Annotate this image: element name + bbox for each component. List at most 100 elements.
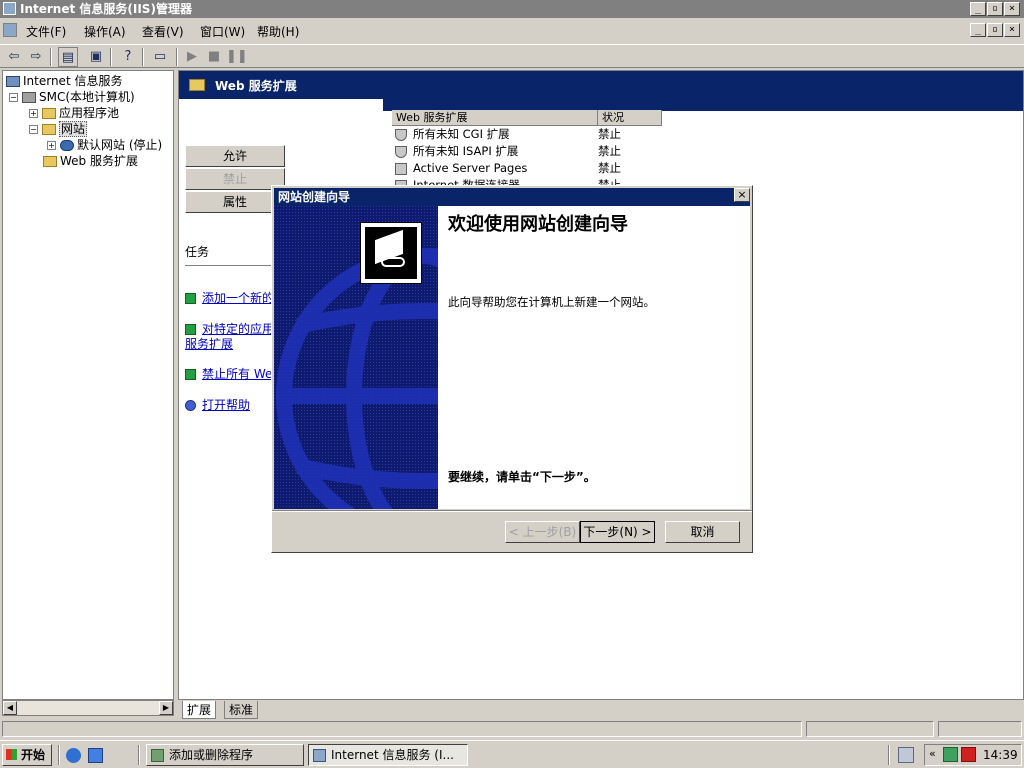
dialog-titlebar: 网站创建向导: [274, 188, 750, 206]
mmc-icon: [3, 23, 17, 37]
folder-icon: [42, 108, 56, 119]
collapse-icon[interactable]: −: [9, 93, 18, 102]
window-titlebar: Internet 信息服务(IIS)管理器: [0, 0, 1024, 18]
task-open-help[interactable]: 打开帮助: [185, 398, 250, 413]
filter-icon: [395, 128, 407, 141]
stop-icon[interactable]: ■: [204, 47, 224, 67]
wizard-description: 此向导帮助您在计算机上新建一个网站。: [448, 295, 655, 309]
task-allow-app[interactable]: 对特定的应用 服务扩展: [185, 322, 274, 352]
document-icon: [395, 162, 407, 175]
clock[interactable]: 14:39: [983, 748, 1018, 762]
help-icon: [185, 400, 196, 411]
wizard-content: 欢迎使用网站创建向导 此向导帮助您在计算机上新建一个网站。 要继续，请单击“下一…: [438, 206, 750, 509]
status-bar: [0, 720, 1024, 738]
tree-root[interactable]: Internet 信息服务: [6, 73, 122, 89]
iis-icon: [6, 76, 20, 87]
play-icon[interactable]: ▶: [182, 47, 202, 67]
allow-button[interactable]: 允许: [185, 145, 285, 167]
iis-icon: [313, 749, 326, 762]
scroll-right-icon[interactable]: ▶: [159, 701, 173, 715]
tab-standard[interactable]: 标准: [224, 701, 259, 719]
tree-app-pools[interactable]: + 应用程序池: [29, 105, 119, 121]
start-label: 开始: [21, 748, 46, 762]
tab-extended[interactable]: 扩展: [182, 701, 217, 719]
pause-icon[interactable]: ❚❚: [226, 47, 248, 67]
tree-pane: Internet 信息服务 − SMC(本地计算机) + 应用程序池 − 网站 + 默认…: [2, 70, 174, 700]
menu-view[interactable]: 查看(V): [142, 23, 184, 40]
task-deny-all[interactable]: 禁止所有 Wel: [185, 367, 276, 382]
tasks-heading: 任务: [185, 245, 210, 259]
tree-root-label: Internet 信息服务: [23, 74, 123, 88]
folder-icon: [189, 79, 205, 91]
minimize-button[interactable]: _: [970, 2, 986, 16]
network-status-icon[interactable]: [943, 747, 958, 762]
alert-icon[interactable]: [961, 747, 976, 762]
child-restore-button[interactable]: ▫: [987, 23, 1003, 37]
expand-icon[interactable]: +: [47, 141, 56, 150]
panel-header-title: Web 服务扩展: [215, 79, 297, 93]
back-arrow-icon[interactable]: ⇦: [4, 47, 24, 67]
task-add-new[interactable]: 添加一个新的: [185, 291, 274, 306]
dialog-title: 网站创建向导: [278, 190, 351, 204]
column-name[interactable]: Web 服务扩展: [392, 110, 598, 126]
help-icon[interactable]: ?: [118, 47, 138, 67]
expand-tray-icon[interactable]: «: [929, 747, 936, 760]
toolbar: ⇦ ⇨ ▤ ▣ ? ▭ ▶ ■ ❚❚: [0, 44, 1024, 68]
add-remove-icon: [151, 749, 164, 762]
maximize-button[interactable]: ▫: [987, 2, 1003, 16]
arrow-task-icon: [185, 324, 196, 335]
filter-icon: [395, 145, 407, 158]
next-button[interactable]: 下一步(N) >: [580, 521, 655, 543]
expand-icon[interactable]: +: [29, 109, 38, 118]
computer-icon[interactable]: ▭: [150, 47, 170, 67]
collapse-icon[interactable]: −: [29, 125, 38, 134]
child-minimize-button[interactable]: _: [970, 23, 986, 37]
column-status[interactable]: 状况: [598, 110, 662, 126]
list-item[interactable]: 所有未知 CGI 扩展 禁止: [392, 126, 692, 143]
list-item[interactable]: 所有未知 ISAPI 扩展 禁止: [392, 143, 692, 160]
windows-logo-icon: [6, 749, 17, 760]
forward-arrow-icon[interactable]: ⇨: [26, 47, 46, 67]
cancel-button[interactable]: 取消: [665, 521, 740, 543]
child-close-button[interactable]: ×: [1004, 23, 1020, 37]
menu-action[interactable]: 操作(A): [84, 23, 126, 40]
tree-default-site[interactable]: + 默认网站 (停止): [47, 137, 162, 153]
back-button[interactable]: < 上一步(B): [505, 521, 580, 543]
list-item[interactable]: Active Server Pages 禁止: [392, 160, 692, 177]
folder-open-icon: [42, 124, 56, 135]
status-pane: [2, 721, 802, 737]
iis-app-icon: [3, 2, 16, 15]
tree-websites[interactable]: − 网站: [29, 121, 88, 137]
folder-icon: [43, 156, 57, 167]
menu-help[interactable]: 帮助(H): [257, 23, 299, 40]
export-list-icon[interactable]: ▣: [86, 47, 106, 67]
menu-bar: 文件(F) 操作(A) 查看(V) 窗口(W) 帮助(H) _ ▫ ×: [0, 20, 1024, 42]
view-tabs: 扩展 标准: [178, 700, 1024, 719]
show-tree-icon[interactable]: ▤: [58, 47, 78, 67]
wizard-dialog: 网站创建向导 × 欢迎使用网站创建向导 此向导帮助您在计算机上新建一个网站。 要…: [271, 185, 753, 553]
status-pane: [806, 721, 934, 737]
tree-computer[interactable]: − SMC(本地计算机): [9, 89, 135, 105]
network-tray-icon[interactable]: [898, 747, 914, 763]
dialog-close-button[interactable]: ×: [734, 188, 750, 202]
close-button[interactable]: ×: [1004, 2, 1020, 16]
tree-computer-label: SMC(本地计算机): [39, 90, 135, 104]
menu-file[interactable]: 文件(F): [26, 23, 66, 40]
menu-window[interactable]: 窗口(W): [200, 23, 245, 40]
show-desktop-icon[interactable]: [88, 748, 103, 763]
tree-hscrollbar[interactable]: ◀ ▶: [2, 700, 174, 716]
ie-icon[interactable]: [66, 748, 81, 763]
scroll-left-icon[interactable]: ◀: [3, 701, 17, 715]
tree-web-ext[interactable]: Web 服务扩展: [43, 153, 138, 169]
status-pane: [938, 721, 1022, 737]
web-book-icon: [365, 227, 417, 279]
taskbar-item-add-remove[interactable]: 添加或删除程序: [146, 744, 304, 766]
wizard-logo-frame: [360, 222, 422, 284]
divider: [185, 265, 275, 266]
taskbar-item-iis[interactable]: Internet 信息服务 (I...: [308, 744, 468, 766]
window-title: Internet 信息服务(IIS)管理器: [20, 2, 192, 16]
wizard-continue-text: 要继续，请单击“下一步”。: [448, 470, 596, 484]
deny-button[interactable]: 禁止: [185, 168, 285, 190]
wizard-banner: [274, 206, 438, 509]
properties-button[interactable]: 属性: [185, 191, 285, 213]
